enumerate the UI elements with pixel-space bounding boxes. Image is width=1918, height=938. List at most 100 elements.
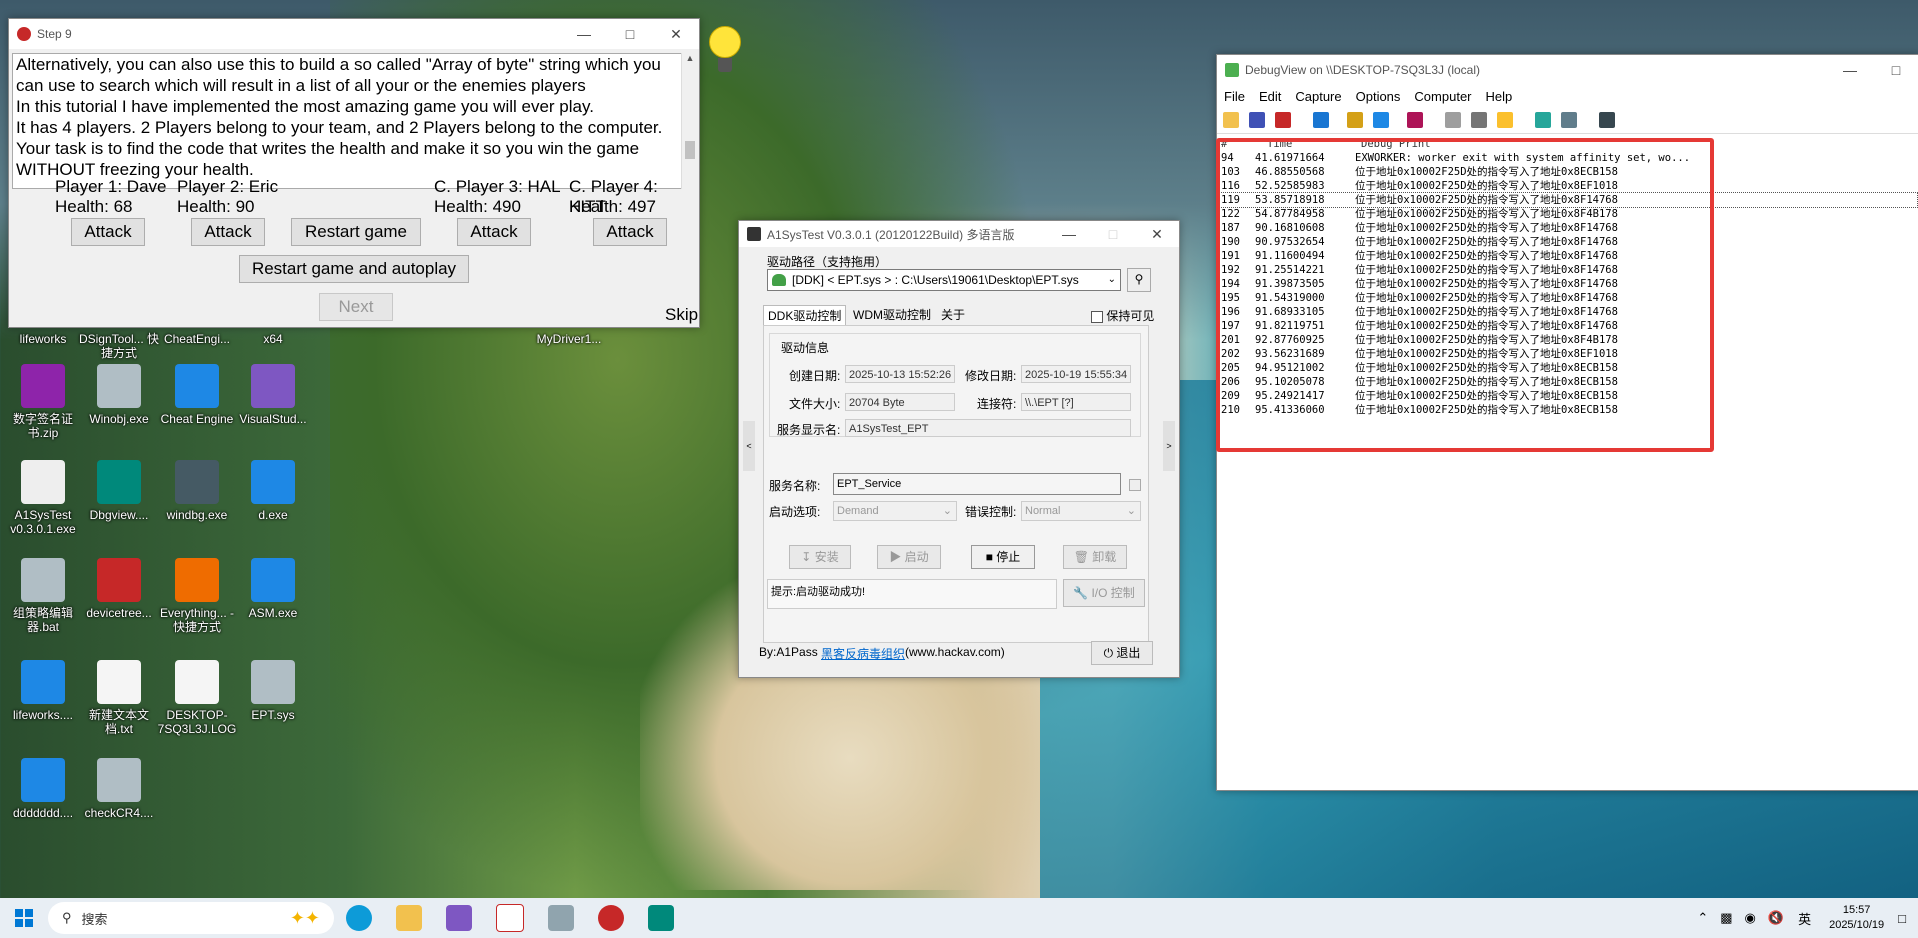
network-icon[interactable]: ▩ <box>1720 910 1732 926</box>
desktop-icon[interactable]: 组策略编辑器.bat <box>2 558 84 634</box>
error-control-select[interactable]: Normal ⌄ <box>1021 501 1141 521</box>
dbgview-taskbar-icon[interactable] <box>648 905 674 931</box>
cheatengine-taskbar-icon[interactable] <box>598 905 624 931</box>
stop-button[interactable]: ■ 停止 <box>971 545 1035 569</box>
close-button[interactable]: ✕ <box>1135 221 1179 247</box>
ime-indicator[interactable]: 英 <box>1798 909 1811 928</box>
search-icon: ⚲ <box>62 910 72 925</box>
taskbar-search[interactable]: ⚲ 搜索 ✦✦ <box>48 902 334 934</box>
tab-ddk[interactable]: DDK驱动控制 <box>763 305 847 326</box>
restart-autoplay-button[interactable]: Restart game and autoplay <box>239 255 469 283</box>
desktop-icon[interactable]: Everything... - 快捷方式 <box>156 558 238 634</box>
desktop-icon[interactable]: checkCR4.... <box>78 758 160 820</box>
scroll-left-button[interactable]: < <box>743 421 755 471</box>
desktop-icon[interactable]: DESKTOP-7SQ3L3J.LOG <box>156 660 238 736</box>
desktop-icon[interactable]: ddddddd.... <box>2 758 84 820</box>
menu-computer[interactable]: Computer <box>1407 89 1478 104</box>
org-link[interactable]: 黑客反病毒组织 <box>821 645 905 662</box>
save-icon[interactable] <box>1249 112 1265 128</box>
menu-options[interactable]: Options <box>1349 89 1408 104</box>
service-name-label: 服务名称: <box>769 479 821 493</box>
desktop-icon[interactable]: A1SysTest v0.3.0.1.exe <box>2 460 84 536</box>
filter-icon[interactable] <box>1535 112 1551 128</box>
desktop-icon[interactable]: windbg.exe <box>156 460 238 522</box>
restart-game-button[interactable]: Restart game <box>291 218 421 246</box>
attack-player3-button[interactable]: Attack <box>457 218 531 246</box>
desktop-icon[interactable]: EPT.sys <box>232 660 314 722</box>
start-button[interactable]: ▶ 启动 <box>877 545 941 569</box>
minimize-button[interactable]: — <box>1047 221 1091 247</box>
desktop-icon[interactable]: 数字签名证书.zip <box>2 364 84 440</box>
player1-health: Health: 68 <box>55 197 133 216</box>
uninstall-button[interactable]: 🗑 卸载 <box>1063 545 1127 569</box>
keep-visible-checkbox[interactable]: 保持可见 <box>1091 307 1154 324</box>
next-button[interactable]: Next <box>319 293 393 321</box>
highlight-icon[interactable] <box>1561 112 1577 128</box>
minimize-button[interactable]: — <box>561 19 607 49</box>
chevron-up-icon[interactable]: ⌃ <box>1697 910 1708 926</box>
debugview-titlebar[interactable]: DebugView on \\DESKTOP-7SQ3L3J (local) —… <box>1217 55 1918 85</box>
minimize-button[interactable]: — <box>1827 55 1873 85</box>
install-label: 安装 <box>814 550 839 564</box>
desktop-icon[interactable]: lifeworks.... <box>2 660 84 722</box>
clock[interactable]: 15:57 2025/10/19 <box>1829 903 1884 933</box>
visualstudio-icon[interactable] <box>446 905 472 931</box>
desktop-icon[interactable]: Winobj.exe <box>78 364 160 426</box>
taskbar: ⚲ 搜索 ✦✦ ⌃ ▩ ◉ 🔇 英 15:57 2025/10/19 □ <box>0 898 1918 938</box>
notification-icon[interactable]: □ <box>1898 911 1906 926</box>
desktop-icon[interactable]: devicetree... <box>78 558 160 620</box>
tab-about[interactable]: 关于 <box>937 305 969 325</box>
close-button[interactable]: ✕ <box>653 19 699 49</box>
autoscroll-icon[interactable] <box>1445 112 1461 128</box>
arrow-right-icon[interactable] <box>1373 112 1389 128</box>
desktop-icon[interactable]: Dbgview.... <box>78 460 160 522</box>
menu-help[interactable]: Help <box>1479 89 1520 104</box>
attack-player4-button[interactable]: Attack <box>593 218 667 246</box>
path-select[interactable]: [DDK] < EPT.sys > : C:\Users\19061\Deskt… <box>767 269 1121 291</box>
menu-capture[interactable]: Capture <box>1288 89 1348 104</box>
skip-link[interactable]: Skip <box>665 305 698 325</box>
io-control-button[interactable]: 🔧 I/O 控制 <box>1063 579 1145 607</box>
maximize-button[interactable]: □ <box>607 19 653 49</box>
capture-kernel-icon[interactable] <box>1407 112 1423 128</box>
clock-icon[interactable] <box>1497 112 1513 128</box>
install-button[interactable]: ↧ 安装 <box>789 545 851 569</box>
scroll-right-button[interactable]: > <box>1163 421 1175 471</box>
find-icon[interactable] <box>1313 112 1329 128</box>
a1systest-taskbar-icon[interactable] <box>496 904 524 932</box>
edge-icon[interactable] <box>346 905 372 931</box>
menu-file[interactable]: File <box>1217 89 1252 104</box>
service-name-checkbox[interactable] <box>1129 479 1141 491</box>
step9-scrollbar[interactable]: ▲ <box>681 53 698 189</box>
browse-button[interactable]: ⚲ <box>1127 268 1151 292</box>
attack-player1-button[interactable]: Attack <box>71 218 145 246</box>
maximize-button[interactable]: □ <box>1873 55 1918 85</box>
desktop-icon[interactable]: VisualStud... <box>232 364 314 426</box>
open-icon[interactable] <box>1223 112 1239 128</box>
volume-icon[interactable]: 🔇 <box>1768 910 1784 926</box>
maximize-button[interactable]: □ <box>1091 221 1135 247</box>
capture-icon[interactable] <box>1347 112 1363 128</box>
attack-player2-button[interactable]: Attack <box>191 218 265 246</box>
menu-edit[interactable]: Edit <box>1252 89 1288 104</box>
winobj-taskbar-icon[interactable] <box>548 905 574 931</box>
desktop-icon[interactable]: d.exe <box>232 460 314 522</box>
binoculars-icon[interactable] <box>1599 112 1615 128</box>
clear-icon[interactable] <box>1275 112 1291 128</box>
tab-wdm[interactable]: WDM驱动控制 <box>849 305 935 325</box>
service-name-input[interactable]: EPT_Service <box>833 473 1121 495</box>
a1-icon <box>21 460 65 504</box>
explorer-icon[interactable] <box>396 905 422 931</box>
step9-titlebar[interactable]: Step 9 — □ ✕ <box>9 19 699 49</box>
start-button[interactable] <box>0 898 48 938</box>
desktop-icon[interactable]: Cheat Engine <box>156 364 238 426</box>
time-icon[interactable] <box>1471 112 1487 128</box>
a1systest-titlebar[interactable]: A1SysTest V0.3.0.1 (20120122Build) 多语言版 … <box>739 221 1179 247</box>
group-label: 驱动信息 <box>781 341 830 355</box>
desktop-icon[interactable]: 新建文本文档.txt <box>78 660 160 736</box>
desktop-icon[interactable]: ASM.exe <box>232 558 314 620</box>
start-option-select[interactable]: Demand ⌄ <box>833 501 957 521</box>
step9-instructions[interactable]: Alternatively, you can also use this to … <box>12 53 684 189</box>
exit-button[interactable]: ⏻ 退出 <box>1091 641 1153 665</box>
wifi-icon[interactable]: ◉ <box>1745 910 1756 926</box>
